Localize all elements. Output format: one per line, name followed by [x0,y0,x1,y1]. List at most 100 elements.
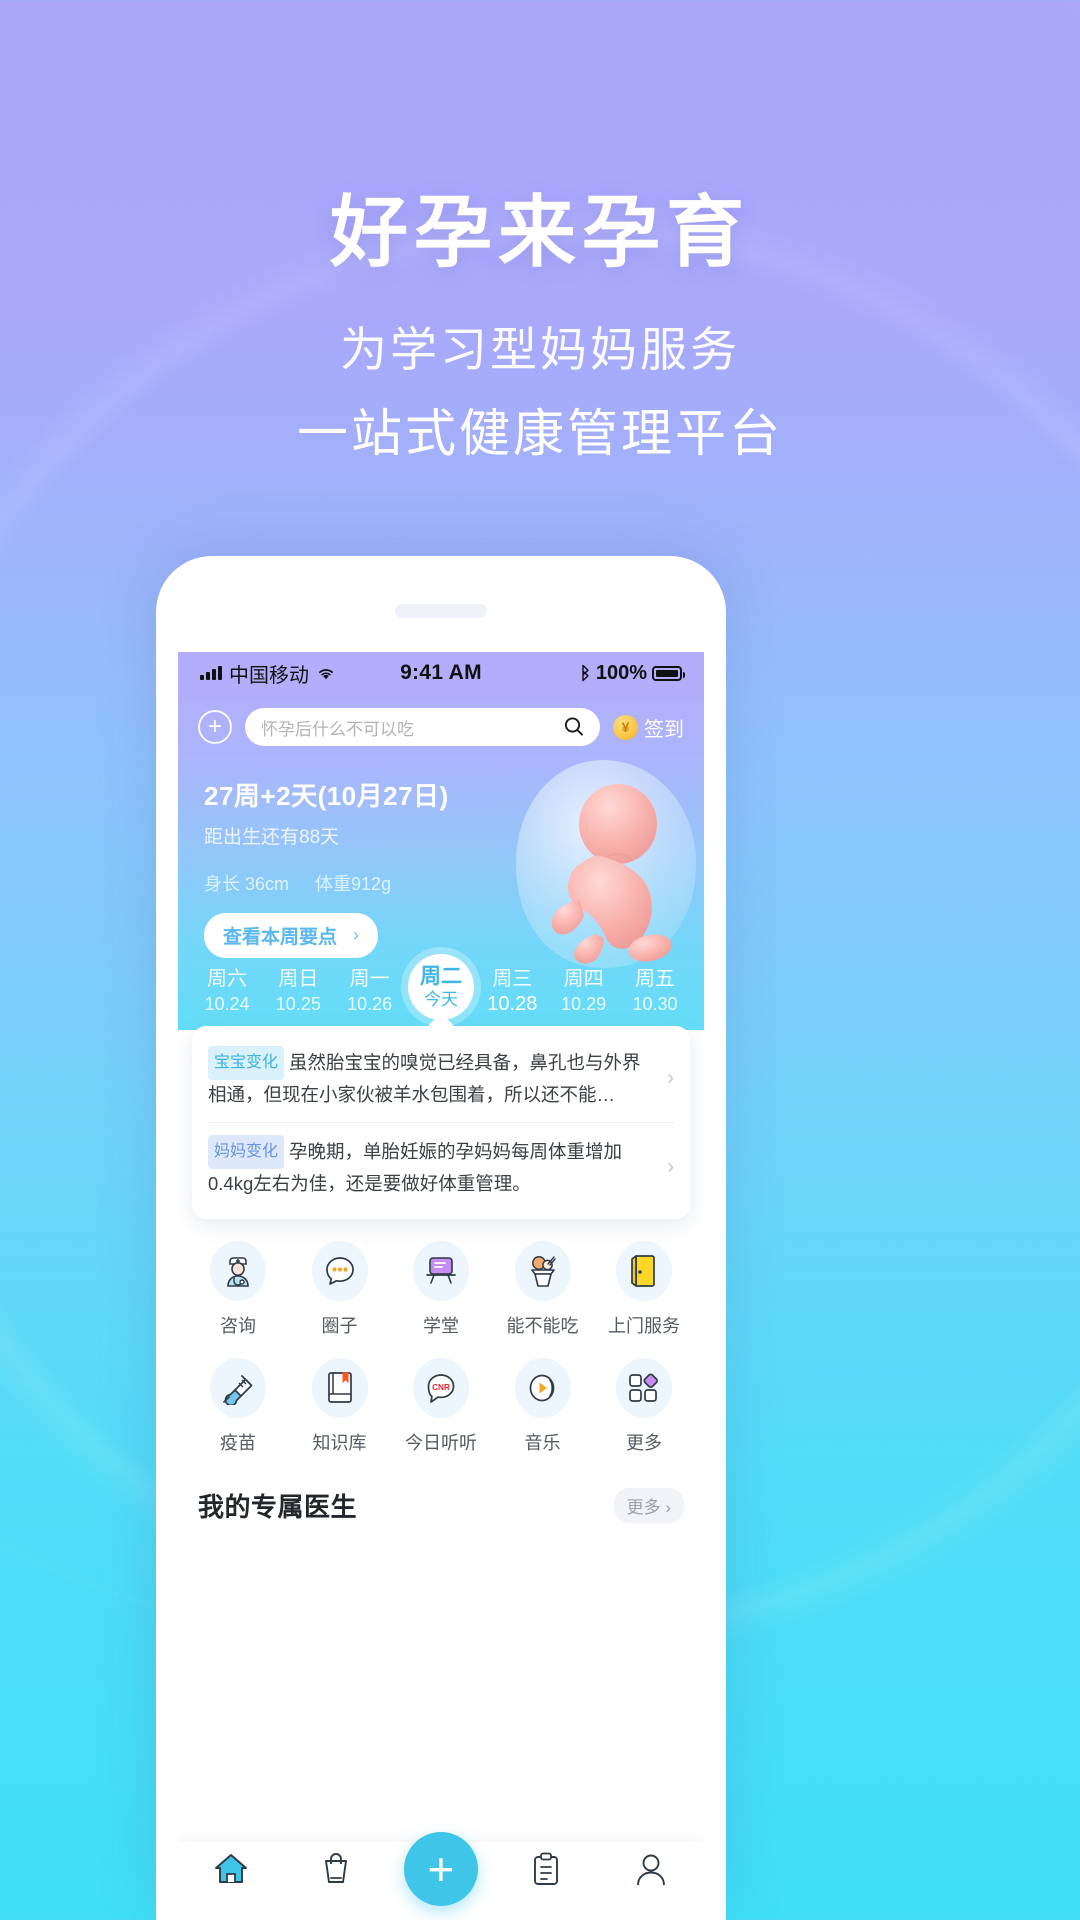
baby-change-text: 宝宝变化 虽然胎宝宝的嗅觉已经具备，鼻孔也与外界相通，但现在小家伙被羊水包围着，所… [208,1046,655,1110]
day-item[interactable]: 周五 10.30 [622,954,688,1016]
fetus-illustration [516,760,696,968]
day-name: 周一 [349,968,390,990]
doctor-icon [210,1241,266,1301]
phone-screen: 中国移动 9:41 AM 100% + 怀孕后什么不可以吃 ¥ 签到 27周+2… [178,652,704,1920]
bluetooth-icon [579,664,591,682]
coin-icon: ¥ [613,714,638,740]
day-name: 周三 [492,968,533,990]
cnr-radio-icon: CNR [413,1358,469,1418]
feature-label: 咨询 [220,1316,256,1336]
chevron-right-icon[interactable]: › [663,1067,674,1090]
feature-label: 音乐 [524,1433,561,1453]
feature-more[interactable]: 更多 [598,1358,690,1455]
phone-mockup: 中国移动 9:41 AM 100% + 怀孕后什么不可以吃 ¥ 签到 27周+2… [156,556,726,1920]
feature-knowledge[interactable]: 知识库 [294,1358,386,1455]
day-name: 周五 [634,968,675,990]
signin-button[interactable]: ¥ 签到 [613,713,684,742]
feature-can-eat[interactable]: 能不能吃 [497,1241,589,1338]
bottom-tab-bar: + [178,1832,704,1920]
app-title: 好孕来孕育 [329,188,750,276]
doctor-more-button[interactable]: 更多 › [613,1488,684,1523]
day-name: 周日 [278,968,319,990]
hero-subtitle-2: 一站式健康管理平台 [296,405,783,462]
battery-icon [652,665,686,681]
battery-percent: 100% [595,661,648,684]
mom-change-text: 妈妈变化 孕晚期，单胎妊娠的孕妈妈每周体重增加0.4kg左右为佳，还是要做好体重管… [208,1135,655,1199]
card-divider [208,1122,674,1123]
plus-fab-icon[interactable]: + [403,1832,478,1906]
plus-circle-icon[interactable]: + [198,710,232,744]
day-item[interactable]: 周三 10.28 [479,954,545,1016]
day-date: 10.30 [632,994,678,1014]
day-date: 10.24 [204,994,250,1014]
signal-bars-icon [200,666,222,680]
day-name: 周二 [419,964,462,988]
shop-bag-icon [319,1852,353,1886]
phone-speaker [395,604,487,618]
day-item[interactable]: 周六 10.24 [194,954,260,1016]
feature-grid-row-1: 咨询 圈子 学堂 能不能吃 上门服务 [192,1241,690,1338]
hero-section: 好孕来孕育 为学习型妈妈服务 一站式健康管理平台 [0,0,1080,466]
feature-grid: 咨询 圈子 学堂 能不能吃 上门服务 疫苗 知识库 CNR 今日听听 音乐 更多 [178,1219,704,1481]
tab-add[interactable]: + [403,1832,478,1906]
feature-consult[interactable]: 咨询 [192,1241,284,1338]
pregnancy-info: 27周+2天(10月27日) 距出生还有88天 身长 36cm 体重912g 查… [178,758,704,968]
mom-change-card[interactable]: 妈妈变化 孕晚期，单胎妊娠的孕妈妈每周体重增加0.4kg左右为佳，还是要做好体重管… [208,1129,674,1205]
search-icon[interactable] [562,715,586,739]
day-name: 周六 [207,968,247,990]
tab-profile[interactable] [614,1852,688,1886]
profile-person-icon [635,1852,667,1886]
record-clipboard-icon [531,1852,561,1886]
feature-grid-row-2: 疫苗 知识库 CNR 今日听听 音乐 更多 [192,1358,690,1455]
changes-card-group: 宝宝变化 虽然胎宝宝的嗅觉已经具备，鼻孔也与外界相通，但现在小家伙被羊水包围着，所… [192,1026,690,1219]
day-item[interactable]: 周一 10.26 [337,954,403,1016]
feature-circle[interactable]: 圈子 [294,1241,386,1338]
doctor-section-header: 我的专属医生 更多 › [178,1481,704,1524]
tab-shop[interactable] [299,1852,373,1886]
chevron-right-icon[interactable]: › [663,1156,674,1179]
feature-label: 上门服务 [608,1316,680,1336]
day-date: 10.29 [561,994,607,1014]
day-item[interactable]: 周日 10.25 [265,954,331,1016]
feature-label: 疫苗 [220,1433,256,1453]
baby-change-tag: 宝宝变化 [208,1046,285,1080]
tab-records[interactable] [509,1852,583,1886]
feature-home-service[interactable]: 上门服务 [598,1241,690,1338]
feature-music[interactable]: 音乐 [497,1358,589,1455]
search-placeholder: 怀孕后什么不可以吃 [261,719,414,739]
tab-home[interactable] [194,1852,268,1886]
day-name: 周四 [563,968,604,990]
wifi-icon [316,666,336,681]
status-time: 9:41 AM [400,661,482,684]
svg-text:CNR: CNR [432,1383,450,1392]
music-play-icon [514,1358,571,1418]
home-icon [213,1852,249,1886]
day-date: 今天 [423,989,458,1009]
chat-bubble-icon [311,1241,368,1301]
chevron-right-icon: › [353,925,360,945]
feature-class[interactable]: 学堂 [395,1241,487,1338]
feature-label: 圈子 [321,1316,358,1336]
feature-label: 更多 [626,1433,662,1453]
icecream-icon [514,1241,571,1301]
hero-subtitle-1: 为学习型妈妈服务 [340,323,740,376]
book-icon [311,1358,368,1418]
mom-change-tag: 妈妈变化 [208,1135,285,1169]
day-item-today[interactable]: 周二 今天 [407,954,474,1020]
day-date: 10.25 [275,994,321,1014]
feature-label: 知识库 [312,1433,367,1453]
app-header: + 怀孕后什么不可以吃 ¥ 签到 27周+2天(10月27日) 距出生还有88天… [178,694,704,1030]
baby-weight: 体重912g [315,874,392,894]
day-item[interactable]: 周四 10.29 [551,954,617,1016]
syringe-icon [210,1358,266,1418]
carrier-label: 中国移动 [229,664,309,687]
baby-length: 身长 36cm [204,874,290,894]
status-bar: 中国移动 9:41 AM 100% [178,652,704,694]
grid-more-icon [616,1358,672,1418]
feature-listen-today[interactable]: CNR 今日听听 [395,1358,487,1455]
feature-label: 能不能吃 [506,1316,579,1336]
feature-vaccine[interactable]: 疫苗 [192,1358,284,1455]
search-row: + 怀孕后什么不可以吃 ¥ 签到 [178,694,704,758]
search-input[interactable]: 怀孕后什么不可以吃 [245,708,600,746]
baby-change-card[interactable]: 宝宝变化 虽然胎宝宝的嗅觉已经具备，鼻孔也与外界相通，但现在小家伙被羊水包围着，所… [208,1040,674,1116]
